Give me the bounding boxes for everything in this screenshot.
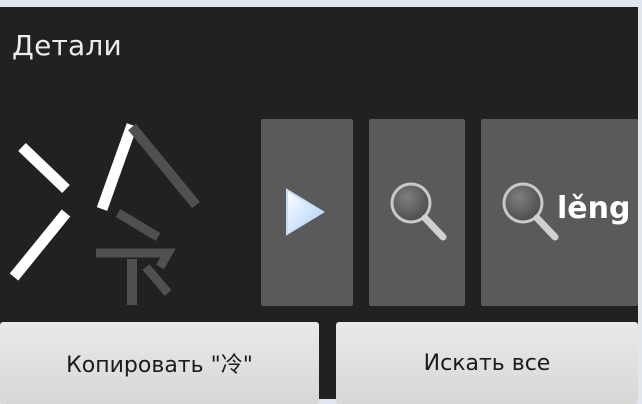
character-display [8,117,256,317]
play-icon [286,188,325,236]
search-icon [390,182,447,241]
pinyin-label: lěng [557,191,631,226]
character-glyph [9,123,200,305]
stroke-radical-1 [18,143,70,193]
copy-character-button[interactable]: Копировать "冷" [0,322,319,404]
stroke-main-3 [115,209,161,241]
stroke-main-1 [96,123,138,211]
stroke-main-2 [128,123,200,209]
stroke-radical-2 [9,209,71,281]
search-all-button[interactable]: Искать все [336,322,638,404]
search-pinyin-button[interactable]: lěng [481,119,638,306]
page-title: Детали [12,29,122,62]
search-character-button[interactable] [369,119,465,306]
play-pronunciation-button[interactable] [261,119,353,306]
details-screen: Детали lěng Копировать "冷" Искать все [0,7,638,404]
search-icon [502,182,559,241]
stroke-main-6 [142,264,172,296]
